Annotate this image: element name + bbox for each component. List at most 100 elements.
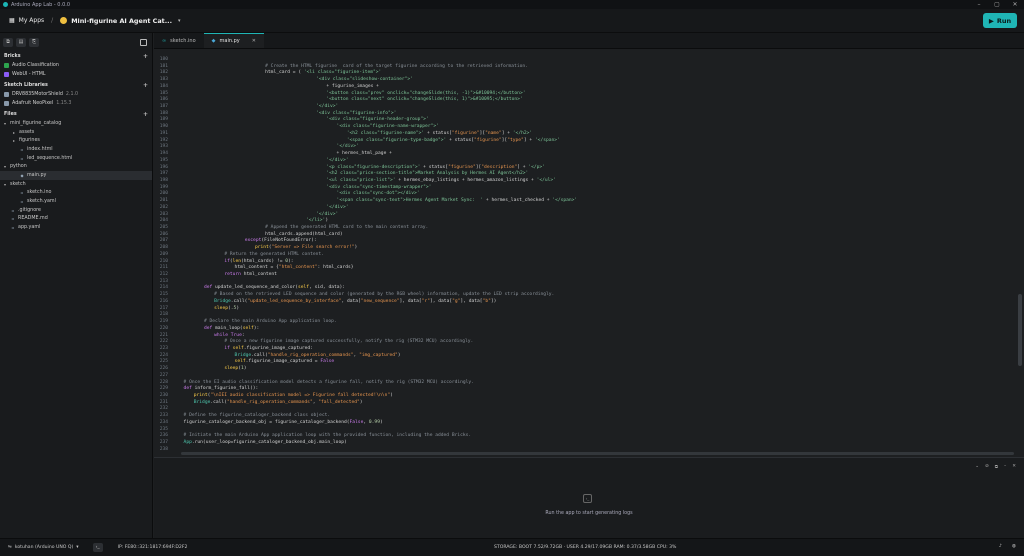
project-name[interactable]: Mini-figurine AI Agent Cat... xyxy=(71,17,172,25)
code-line[interactable]: except(FileNotFoundError): xyxy=(245,238,317,243)
code-line[interactable]: self.figurine_image_captured = False xyxy=(235,359,335,364)
code-line[interactable]: '<div class="figurine-name-wrapper">' xyxy=(337,124,439,129)
maximize-icon[interactable]: ▢ xyxy=(988,0,1006,9)
code-line[interactable]: '<p class="figurine-description">' + sta… xyxy=(326,165,545,170)
chevron-down-icon[interactable]: ▾ xyxy=(178,18,181,24)
file-tree-item[interactable]: ▫ led_sequence.html xyxy=(0,154,152,163)
file-tree-item[interactable]: ▸ assets xyxy=(0,128,152,137)
code-line[interactable]: # Append the generated HTML card to the … xyxy=(265,225,428,230)
file-tree-item[interactable]: ◆ main.py xyxy=(0,171,152,180)
code-line[interactable]: # Once a new figurine image captured suc… xyxy=(224,339,473,344)
code-line[interactable]: '<span class="sync-text">Hermes Agent Ma… xyxy=(337,198,578,203)
brick-item[interactable]: Audio Classification xyxy=(0,61,152,70)
code-line[interactable]: Bridge.call("update_led_sequence_by_inte… xyxy=(214,299,496,304)
close-tab-icon[interactable]: ✕ xyxy=(252,38,256,44)
code-line[interactable]: '<button class="prev" onclick="changeSli… xyxy=(326,91,525,96)
line-number: 196 xyxy=(159,164,168,170)
logs-minimize-icon[interactable]: – xyxy=(1004,464,1006,470)
code-line[interactable]: # Based on the retrieved LED sequence an… xyxy=(214,292,554,297)
code-line[interactable]: '<span class="figurine-type-badge">' + s… xyxy=(347,138,560,143)
code-line[interactable]: '<button class="next" onclick="changeSli… xyxy=(326,97,522,102)
code-line[interactable]: '<div class="figurine-info">' xyxy=(316,111,396,116)
code-line[interactable]: Bridge.call("handle_rig_operation_comman… xyxy=(235,353,401,358)
tab-main-py[interactable]: ◆ main.py ✕ xyxy=(203,33,264,48)
code-line[interactable]: # Declare the main Arduino App applicati… xyxy=(204,319,337,324)
file-tree-item[interactable]: ▫ app.yaml xyxy=(0,223,152,232)
add-file-icon[interactable]: + xyxy=(143,111,148,118)
globe-icon[interactable]: ◍ xyxy=(1012,544,1016,549)
library-item[interactable]: Adafruit NeoPixel 1.15.3 xyxy=(0,99,152,108)
code-line[interactable]: '<h2 class="figurine-name">' + status["f… xyxy=(347,131,532,136)
file-tree-item[interactable]: ▫ .gitignore xyxy=(0,206,152,215)
horizontal-scrollbar[interactable] xyxy=(181,452,1014,455)
code-line[interactable]: html_card = ( '<li class="figurine-item"… xyxy=(265,70,381,75)
code-line[interactable]: sleep(.5) xyxy=(214,306,239,311)
code-line[interactable]: # Initiate the main Arduino App applicat… xyxy=(184,433,472,438)
code-line[interactable]: '<ul class="price-list">' + hermes_ebay_… xyxy=(326,178,556,183)
add-brick-icon[interactable]: + xyxy=(143,53,148,60)
terminal-button[interactable]: ›_ xyxy=(92,543,103,552)
code-line[interactable]: '</div>' xyxy=(337,144,359,149)
bell-icon[interactable]: ♪ xyxy=(999,544,1002,549)
run-button[interactable]: ▶ Run xyxy=(983,13,1017,28)
logs-clear-icon[interactable]: ⊘ xyxy=(985,464,989,470)
sidebar-tool-button-3[interactable]: ⎘ xyxy=(29,38,39,47)
code-line[interactable]: '</div>' xyxy=(316,104,338,109)
toggle-panel-icon[interactable] xyxy=(140,39,147,46)
code-line[interactable]: # Once the EI audio classification model… xyxy=(184,380,474,385)
code-line[interactable]: '<div class="slideshow-container">' xyxy=(316,77,413,82)
code-editor[interactable]: 180 181 # Create the HTML figurine card of… xyxy=(154,50,1024,456)
code-line[interactable]: if self.figurine_image_captured: xyxy=(224,346,313,351)
code-line[interactable]: def inform_figurine_fall(): xyxy=(184,386,259,391)
code-line[interactable]: '<h2 class="price-section-title">Market … xyxy=(326,171,528,176)
sidebar-tool-button-1[interactable]: ⧉ xyxy=(3,38,13,47)
code-line[interactable]: '<div class="sync-dot"></div>' xyxy=(337,191,420,196)
code-line[interactable]: def update_led_sequence_and_color(self, … xyxy=(204,285,345,290)
code-line[interactable]: figurine_cataloger_backend_obj = figurin… xyxy=(184,420,383,425)
sidebar-tool-button-2[interactable]: ▤ xyxy=(16,38,26,47)
my-apps-link[interactable]: ▦ My Apps xyxy=(9,17,44,24)
code-line[interactable]: '</div>' xyxy=(326,205,348,210)
vertical-scrollbar[interactable] xyxy=(1018,294,1022,366)
code-line[interactable]: return html_content xyxy=(224,272,277,277)
file-tree-item[interactable]: ▫ index.html xyxy=(0,145,152,154)
code-line[interactable]: App.run(user_loop=figurine_cataloger_bac… xyxy=(184,440,347,445)
board-selector[interactable]: ⇋ kotuhan (Arduino UNO Q) ▾ xyxy=(8,545,79,550)
code-line[interactable]: print("\nIEI audio classification model … xyxy=(194,393,393,398)
file-tree-item[interactable]: ▾ python xyxy=(0,162,152,171)
add-library-icon[interactable]: + xyxy=(143,82,148,89)
code-line[interactable]: # Create the HTML figurine card of the t… xyxy=(265,64,528,69)
tab-sketch-ino[interactable]: ∞ sketch.ino xyxy=(154,33,204,48)
code-line[interactable]: + hermes_html_page + xyxy=(337,151,392,156)
code-line[interactable]: '</div>' xyxy=(326,158,348,163)
minimize-icon[interactable]: – xyxy=(970,0,988,9)
library-item[interactable]: DRV8835MotorShield 2.1.0 xyxy=(0,90,152,99)
code-line[interactable]: def main_loop(self): xyxy=(204,326,259,331)
code-line[interactable]: sleep(1) xyxy=(224,366,246,371)
code-line[interactable]: '<div class="sync-timestamp-wrapper">' xyxy=(326,185,431,190)
file-tree-item[interactable]: ▸ figurines xyxy=(0,136,152,145)
file-tree-item[interactable]: ▾ sketch xyxy=(0,180,152,189)
code-line[interactable]: if(len(html_cards) != 0): xyxy=(224,259,293,264)
file-tree-item[interactable]: ▫ sketch.yaml xyxy=(0,197,152,206)
code-line[interactable]: html_cards.append(html_card) xyxy=(265,232,342,237)
logs-copy-icon[interactable]: ⧉ xyxy=(995,464,998,470)
code-line[interactable]: '<div class="figurine-header-group">' xyxy=(326,117,428,122)
code-line[interactable]: # Define the figurine_cataloger_backend … xyxy=(184,413,331,418)
close-icon[interactable]: ✕ xyxy=(1006,0,1024,9)
file-tree-item[interactable]: ▾ mini_figurine_catalog xyxy=(0,119,152,128)
code-line[interactable]: + figurine_images + xyxy=(326,84,379,89)
code-line[interactable]: # Return the generated HTML content. xyxy=(224,252,324,257)
logs-close-icon[interactable]: ✕ xyxy=(1012,464,1016,470)
code-line[interactable]: while True: xyxy=(214,333,244,338)
code-line[interactable]: Bridge.call("handle_rig_operation_comman… xyxy=(194,400,363,405)
code-line[interactable]: print("Server => File search error!") xyxy=(255,245,357,250)
file-tree-item[interactable]: ▫ sketch.ino xyxy=(0,189,152,198)
line-number: 220 xyxy=(159,325,168,331)
code-line[interactable]: html_content = {"html_content": html_car… xyxy=(235,265,354,270)
code-line[interactable]: '</li>') xyxy=(306,218,328,223)
code-line[interactable]: '</div>' xyxy=(316,212,338,217)
file-tree-item[interactable]: ▫ README.md xyxy=(0,215,152,224)
logs-chevron-icon[interactable]: ⌄ xyxy=(975,464,979,470)
brick-item[interactable]: WebUI - HTML xyxy=(0,70,152,79)
